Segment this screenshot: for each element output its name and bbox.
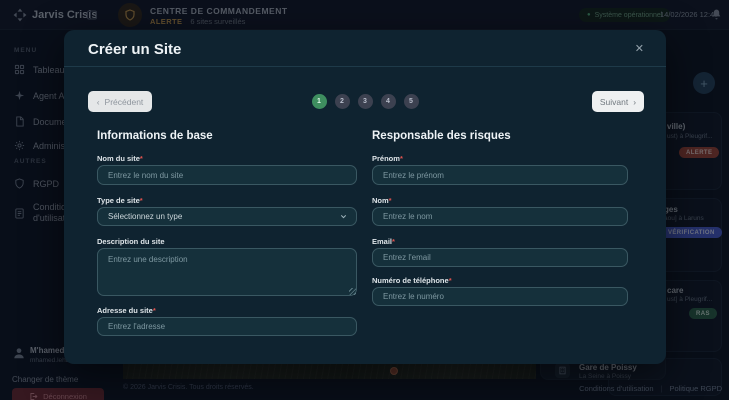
field-label-nom: Nom* [372,196,392,205]
phone-input[interactable] [372,287,628,306]
field-label-adresse: Adresse du site* [97,306,156,315]
next-label: Suivant [599,96,629,107]
section-heading-base-info: Informations de base [97,130,213,142]
required-marker: * [399,154,403,163]
field-label-telephone: Numéro de téléphone* [372,276,452,285]
required-marker: * [388,196,392,205]
email-input[interactable] [372,248,628,267]
section-heading-risk-manager: Responsable des risques [372,130,511,142]
chevron-right-icon: › [633,96,637,107]
required-marker: * [139,154,143,163]
select-placeholder: Sélectionnez un type [108,212,183,221]
step-indicator-1[interactable]: 1 [311,94,327,109]
site-description-textarea[interactable] [97,248,357,296]
resize-handle-icon[interactable] [349,288,356,295]
last-name-input[interactable] [372,207,628,226]
step-indicator-2[interactable]: 2 [334,94,350,109]
required-marker: * [448,276,452,285]
create-site-modal: Créer un Site ✕ ‹ Précédent 1 2 3 4 5 Su… [64,30,666,364]
first-name-input[interactable] [372,165,628,185]
required-marker: * [139,196,143,205]
field-label-description: Description du site [97,237,165,246]
required-marker: * [392,237,395,246]
app-screen: Jarvis Crisis CENTRE DE COMMANDEMENT ALE… [0,0,729,400]
wizard-steps: 1 2 3 4 5 [64,91,666,112]
close-icon[interactable]: ✕ [635,42,644,55]
chevron-down-icon [340,215,347,219]
modal-header: Créer un Site ✕ [64,30,666,67]
step-indicator-5[interactable]: 5 [403,94,419,109]
site-address-input[interactable] [97,317,357,336]
modal-title: Créer un Site [88,41,182,58]
site-name-input[interactable] [97,165,357,185]
site-type-select[interactable]: Sélectionnez un type [97,207,357,226]
field-label-email: Email* [372,237,395,246]
step-indicator-4[interactable]: 4 [380,94,396,109]
next-button[interactable]: Suivant › [592,91,644,112]
required-marker: * [152,306,156,315]
field-label-prenom: Prénom* [372,154,403,163]
step-indicator-3[interactable]: 3 [357,94,373,109]
field-label-type-de-site: Type de site* [97,196,143,205]
field-label-nom-du-site: Nom du site* [97,154,143,163]
